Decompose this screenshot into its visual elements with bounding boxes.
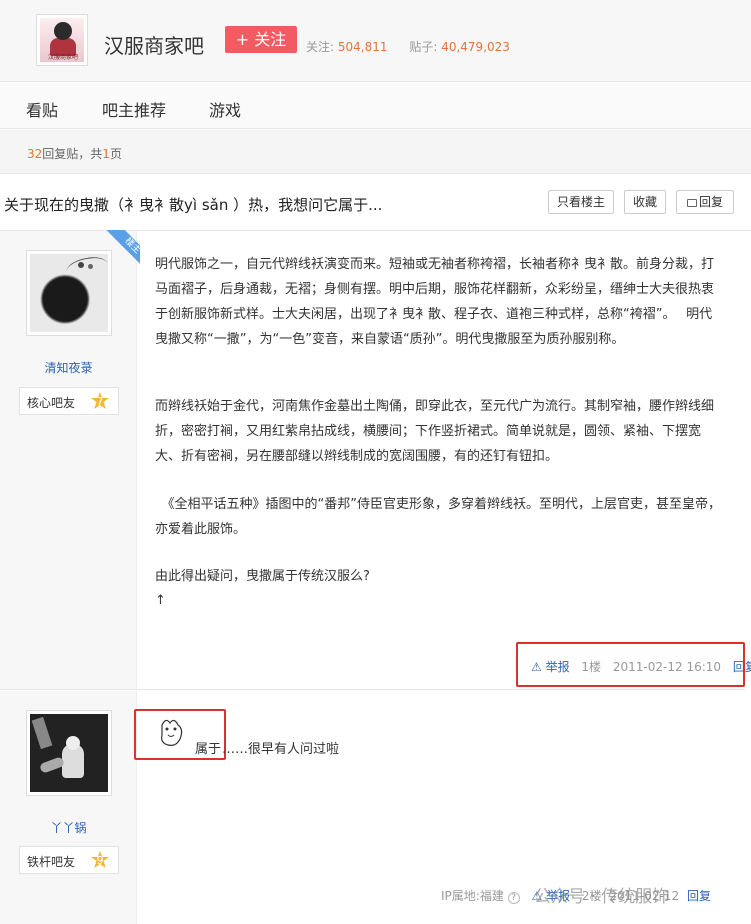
avatar[interactable] <box>26 710 112 796</box>
post-paragraph: ↑ <box>155 593 166 608</box>
only-op-button[interactable]: 只看楼主 <box>548 190 614 214</box>
floor-number: 1楼 <box>581 660 602 674</box>
logo-caption: 汉服商家吧 <box>47 54 78 61</box>
level-badge: 核心吧友 7 <box>19 387 119 415</box>
nav-item-games[interactable]: 游戏 <box>209 97 241 121</box>
post-text: ……很早有人问过啦 <box>222 742 340 757</box>
ip-location: IP属地:福建 <box>441 889 504 903</box>
nav-item-recommended[interactable]: 吧主推荐 <box>102 97 166 121</box>
level-title: 核心吧友 <box>27 396 76 410</box>
username[interactable]: 清知夜菉 <box>0 359 137 376</box>
level-badge: 铁杆吧友 9 <box>19 846 119 874</box>
post-count: 40,479,023 <box>441 40 510 54</box>
forum-logo[interactable]: 汉服商家吧 <box>36 14 88 66</box>
reply-link[interactable]: 回复 <box>733 660 751 674</box>
level-star-icon: 7 <box>91 392 109 409</box>
author-panel: 丫丫锅 铁杆吧友 9 <box>0 691 137 924</box>
level-title: 铁杆吧友 <box>27 855 76 869</box>
reply-count-suffix: 回复贴，共 <box>42 147 103 161</box>
nav-item-posts[interactable]: 看贴 <box>26 97 58 121</box>
forum-name[interactable]: 汉服商家吧 <box>104 30 204 59</box>
follow-count-label: 关注: <box>306 40 335 54</box>
avatar[interactable] <box>26 250 112 336</box>
post-time: 2011-02-12 16:10 <box>612 660 722 674</box>
help-icon[interactable]: ? <box>507 892 520 904</box>
page-suffix: 页 <box>109 147 122 161</box>
reply-button[interactable]: 回复 <box>676 190 734 214</box>
forum-nav: 看贴 吧主推荐 游戏 <box>0 83 751 129</box>
follow-button[interactable]: + 关注 <box>225 26 297 53</box>
post-floor-1: 楼主 清知夜菉 核心吧友 7 明代服饰之一，自元代辫线袄演变而来。短袖或无袖者称… <box>0 230 751 690</box>
forum-stats: 关注: 504,811 贴子: 40,479,023 <box>306 38 528 55</box>
post-footer: ⚠ 举报 1楼 2011-02-12 16:10 回复 <box>531 658 751 675</box>
post-paragraph: 由此得出疑问，曳撒属于传统汉服么? <box>155 569 370 584</box>
page-count: 1 <box>102 147 110 161</box>
reply-link[interactable]: 回复 <box>687 889 711 903</box>
post-paragraph: 明代服饰之一，自元代辫线袄演变而来。短袖或无袖者称袴褶，长袖者称衤曳衤散。前身分… <box>155 257 715 347</box>
post-paragraph: 而辫线袄始于金代，河南焦作金墓出土陶俑，即穿此衣，至元代广为流行。其制窄袖，腰作… <box>155 399 715 464</box>
author-panel: 楼主 清知夜菉 核心吧友 7 <box>0 230 140 689</box>
post-count-label: 贴子: <box>409 40 438 54</box>
reply-count: 32 <box>27 147 43 161</box>
follow-count: 504,811 <box>337 40 388 54</box>
username[interactable]: 丫丫锅 <box>0 819 137 836</box>
comment-icon <box>686 199 697 207</box>
sticker-text: 属于 <box>195 742 222 757</box>
post-paragraph: 《全相平话五种》插图中的“番邦”侍臣官吏形象，多穿着辫线袄。至明代，上层官吏，甚… <box>155 497 721 537</box>
forum-header: 汉服商家吧 汉服商家吧 + 关注 关注: 504,811 贴子: 40,479,… <box>0 0 751 82</box>
reply-count-bar: 32回复贴，共1页 <box>0 130 751 174</box>
level-star-icon: 9 <box>91 851 109 868</box>
watermark: 公众号 · 传统服饰 <box>534 887 670 907</box>
sticker-image <box>156 715 192 751</box>
reply-button-label: 回复 <box>698 195 723 209</box>
report-link[interactable]: ⚠ 举报 <box>531 660 570 674</box>
favorite-button[interactable]: 收藏 <box>624 190 666 214</box>
thread-title: 关于现在的曳撒（衤曳衤散yì sǎn ）热，我想问它属于... <box>4 196 383 214</box>
thread-title-bar: 关于现在的曳撒（衤曳衤散yì sǎn ）热，我想问它属于... 只看楼主 收藏 … <box>0 175 751 231</box>
